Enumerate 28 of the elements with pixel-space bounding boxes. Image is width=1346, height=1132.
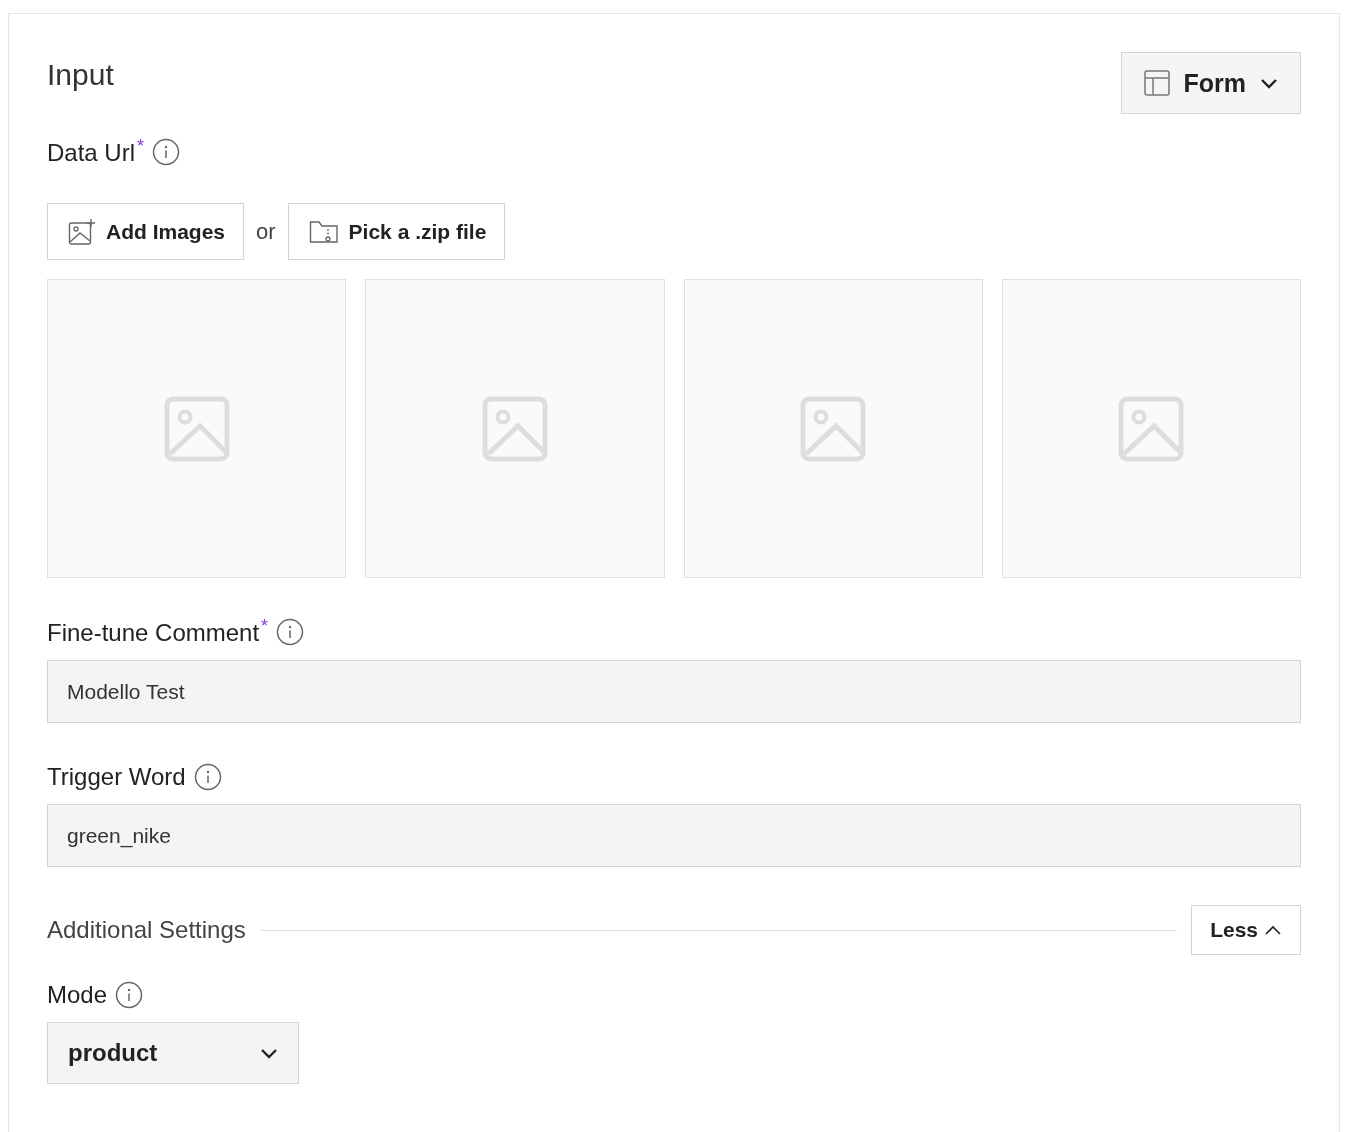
chevron-down-icon: [260, 1047, 278, 1059]
field-label: Fine-tune Comment$^{*}$: [47, 616, 269, 647]
less-button[interactable]: Less: [1191, 905, 1301, 955]
text-input[interactable]: green_nike: [47, 804, 1301, 867]
chevron-up-icon: [1264, 924, 1282, 936]
info-icon[interactable]: [276, 617, 305, 646]
text-input[interactable]: Modello Test: [47, 660, 1301, 723]
info-icon[interactable]: [152, 137, 181, 166]
or-text: or: [256, 218, 276, 245]
image-placeholder-icon: [800, 395, 867, 462]
chevron-down-icon: [1260, 77, 1278, 89]
image-placeholder-icon: [481, 395, 548, 462]
layout-icon: [1143, 70, 1170, 96]
add-image-icon: [68, 217, 96, 246]
info-icon[interactable]: [115, 981, 144, 1009]
mode-select[interactable]: product: [47, 1022, 299, 1084]
field-label: Trigger Word: [47, 763, 186, 791]
image-placeholder-icon: [1118, 395, 1185, 462]
section-title: Input: [47, 58, 114, 92]
pick-zip-button[interactable]: Pick a .zip file: [287, 203, 506, 260]
field-label: Mode: [47, 981, 108, 1009]
field-label: Data Url$^{*}$: [47, 136, 145, 167]
folder-icon: [308, 218, 339, 245]
view-dropdown[interactable]: Form: [1120, 52, 1301, 114]
image-placeholder-icon: [163, 395, 230, 462]
add-images-button[interactable]: Add Images: [47, 203, 245, 260]
info-icon[interactable]: [193, 763, 222, 791]
section-heading: Additional Settings: [47, 916, 246, 944]
